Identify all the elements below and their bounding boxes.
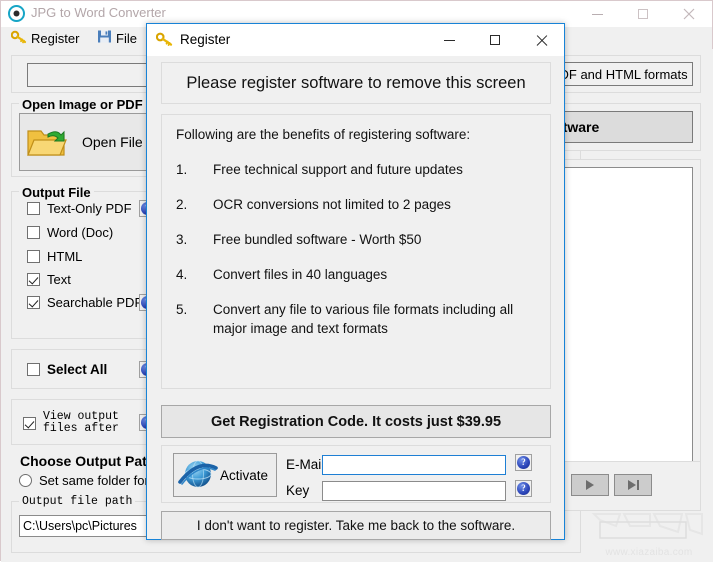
benefit-item: 2. OCR conversions not limited to 2 page… bbox=[176, 195, 538, 214]
checkbox-box bbox=[27, 296, 40, 309]
open-file-label: Open File bbox=[82, 134, 143, 150]
benefits-panel: Following are the benefits of registerin… bbox=[161, 114, 551, 389]
question-mark-icon: ? bbox=[517, 482, 530, 495]
key-icon bbox=[10, 30, 27, 47]
help-key-button[interactable]: ? bbox=[515, 480, 532, 497]
key-input[interactable] bbox=[322, 481, 506, 501]
dialog-close-icon[interactable] bbox=[518, 24, 564, 56]
checkbox-box bbox=[27, 273, 40, 286]
main-maximize-icon[interactable] bbox=[620, 1, 666, 27]
dialog-maximize-icon[interactable] bbox=[472, 24, 518, 56]
checkbox-label: Select All bbox=[47, 362, 108, 377]
benefit-number: 3. bbox=[176, 232, 188, 247]
get-registration-code-button[interactable]: Get Registration Code. It costs just $39… bbox=[161, 405, 551, 438]
checkbox-text-only-pdf[interactable]: Text-Only PDF bbox=[27, 201, 132, 216]
dialog-minimize-icon[interactable] bbox=[426, 24, 472, 56]
checkbox-label: Text bbox=[47, 272, 71, 287]
output-file-group-title: Output File bbox=[19, 185, 94, 200]
benefit-text: Convert any file to various file formats… bbox=[213, 302, 514, 336]
checkbox-label: Searchable PDF bbox=[47, 295, 143, 310]
question-mark-icon: ? bbox=[517, 456, 530, 469]
activation-panel: Activate E-Mail ? Key ? bbox=[161, 445, 551, 503]
checkbox-box bbox=[27, 226, 40, 239]
help-email-button[interactable]: ? bbox=[515, 454, 532, 471]
benefit-number: 1. bbox=[176, 162, 188, 177]
checkbox-searchable-pdf[interactable]: Searchable PDF bbox=[27, 295, 142, 310]
menu-item-register-label: Register bbox=[31, 30, 80, 46]
benefit-text: Convert files in 40 languages bbox=[213, 267, 388, 282]
checkbox-label: Word (Doc) bbox=[47, 225, 114, 240]
menu-item-file[interactable]: File bbox=[97, 27, 137, 49]
key-icon bbox=[155, 32, 173, 48]
last-page-button[interactable] bbox=[614, 474, 652, 496]
choose-output-path-title: Choose Output Path bbox=[17, 453, 159, 469]
output-path-value: C:\Users\pc\Pictures bbox=[23, 519, 137, 533]
checkbox-select-all[interactable]: Select All bbox=[27, 362, 107, 377]
skip-to-last-icon bbox=[627, 480, 636, 490]
main-window-title: JPG to Word Converter bbox=[31, 5, 166, 20]
checkbox-text[interactable]: Text bbox=[27, 272, 71, 287]
get-registration-code-label: Get Registration Code. It costs just $39… bbox=[210, 413, 502, 430]
main-close-icon[interactable] bbox=[666, 1, 712, 27]
register-dialog-title: Register bbox=[180, 32, 231, 47]
register-dialog: Register Please register software to rem… bbox=[146, 23, 565, 540]
benefit-text: Free technical support and future update… bbox=[213, 162, 463, 177]
benefits-intro-text: Following are the benefits of registerin… bbox=[176, 127, 471, 142]
benefit-number: 4. bbox=[176, 267, 188, 282]
checkbox-view-output-files[interactable]: View output files after bbox=[23, 411, 119, 435]
menu-item-file-label: File bbox=[116, 30, 137, 46]
radio-button bbox=[19, 474, 32, 487]
register-banner-text: Please register software to remove this … bbox=[186, 73, 526, 92]
decline-register-label: I don't want to register. Take me back t… bbox=[196, 518, 516, 533]
floppy-disk-icon bbox=[97, 29, 112, 47]
activate-button[interactable]: Activate bbox=[173, 453, 277, 497]
app-circle-icon bbox=[8, 5, 25, 22]
checkbox-label: Text-Only PDF bbox=[47, 201, 132, 216]
register-banner: Please register software to remove this … bbox=[161, 62, 551, 104]
email-input[interactable] bbox=[322, 455, 506, 475]
email-label: E-Mail bbox=[286, 457, 325, 472]
benefit-text: Free bundled software - Worth $50 bbox=[213, 232, 422, 247]
benefit-item: 4. Convert files in 40 languages bbox=[176, 265, 538, 284]
checkbox-box bbox=[27, 250, 40, 263]
checkbox-label: View output files after bbox=[43, 410, 119, 435]
checkbox-box bbox=[27, 363, 40, 376]
next-page-button[interactable] bbox=[571, 474, 609, 496]
benefit-item: 3. Free bundled software - Worth $50 bbox=[176, 230, 538, 249]
checkbox-box bbox=[27, 202, 40, 215]
open-image-group-title: Open Image or PDF bbox=[19, 97, 146, 112]
checkbox-word-doc[interactable]: Word (Doc) bbox=[27, 225, 113, 240]
register-dialog-titlebar: Register bbox=[147, 24, 564, 56]
key-label: Key bbox=[286, 483, 310, 498]
decline-register-button[interactable]: I don't want to register. Take me back t… bbox=[161, 511, 551, 540]
benefit-number: 2. bbox=[176, 197, 188, 212]
globe-icon bbox=[177, 457, 219, 493]
checkbox-html[interactable]: HTML bbox=[27, 249, 82, 264]
activate-button-label: Activate bbox=[220, 467, 269, 483]
benefit-item: 5. Convert any file to various file form… bbox=[176, 300, 538, 338]
main-minimize-icon[interactable] bbox=[574, 1, 620, 27]
folder-open-icon bbox=[26, 123, 68, 161]
benefit-number: 5. bbox=[176, 302, 188, 317]
benefit-item: 1. Free technical support and future upd… bbox=[176, 160, 538, 179]
checkbox-box bbox=[23, 416, 36, 430]
benefit-text: OCR conversions not limited to 2 pages bbox=[213, 197, 451, 212]
checkbox-label: HTML bbox=[47, 249, 83, 264]
menu-item-register[interactable]: Register bbox=[10, 27, 80, 49]
output-path-group-title: Output file path bbox=[19, 495, 136, 508]
play-next-icon bbox=[586, 480, 594, 490]
skip-bar bbox=[636, 480, 639, 490]
